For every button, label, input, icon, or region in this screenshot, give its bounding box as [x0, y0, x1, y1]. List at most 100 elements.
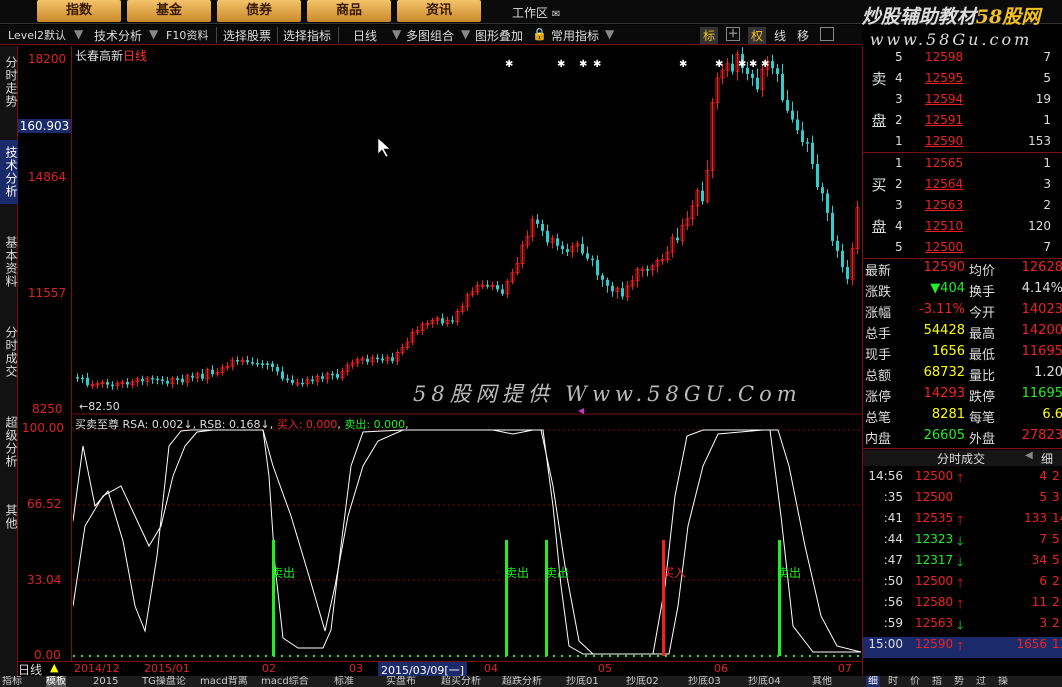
right-tab[interactable]: 势 [954, 676, 964, 687]
bottom-tab[interactable]: 抄底02 [626, 676, 659, 687]
tick-row: :44 12323 🡓 7 5 [863, 532, 1062, 553]
tab-intraday[interactable]: 分时走势 [0, 52, 18, 112]
grid-icon[interactable]: ＋ [726, 27, 740, 41]
bottom-tab[interactable]: 2015 [93, 676, 118, 687]
toolbar-f10[interactable]: F10资料 [166, 27, 208, 43]
bottom-tab[interactable]: 实盘布 [386, 676, 416, 687]
candle-body [796, 119, 799, 131]
buy-level-row[interactable]: 2 12564 3 [893, 177, 1061, 198]
time-axis-label: 2014/12 [74, 662, 120, 675]
right-tab[interactable]: 过 [976, 676, 986, 687]
toolbar-select-indicator[interactable]: 选择指标 [283, 27, 331, 44]
tick-volume: 1656 [1016, 637, 1047, 651]
menu-news-button[interactable]: 资讯 [397, 0, 481, 22]
candle-body [541, 223, 544, 231]
candle-body [676, 237, 679, 241]
bottom-tab[interactable]: 超买分析 [441, 676, 481, 687]
right-tab[interactable]: 操 [998, 676, 1008, 687]
dropdown-arrow-icon[interactable]: ▼ [461, 27, 470, 41]
toolbar-select-stock[interactable]: 选择股票 [223, 27, 271, 44]
quote-key: 现手 [865, 348, 892, 363]
dropdown-arrow-icon[interactable]: ▼ [74, 27, 83, 41]
window-icon[interactable] [820, 27, 834, 41]
quote-key: 今开 [969, 306, 996, 321]
buy-level-row[interactable]: 3 12563 2 [893, 198, 1061, 219]
quote-value: 12628 [1021, 260, 1062, 275]
bottom-tab[interactable]: 抄底03 [688, 676, 721, 687]
menu-bond-button[interactable]: 债券 [217, 0, 301, 22]
quote-value: 12590 [923, 260, 965, 275]
dropdown-arrow-icon[interactable]: ▼ [149, 27, 158, 41]
bottom-tab[interactable]: 抄底04 [748, 676, 781, 687]
left-vertical-tabs: 分时走势 技术分析 基本资料 分时成交 超级分析 其他 [0, 46, 18, 687]
rsb-line [73, 429, 861, 655]
toolbar-period[interactable]: 日线 [353, 27, 377, 44]
right-tab[interactable]: 价 [910, 676, 920, 687]
event-star-icon: ✱ [761, 59, 769, 70]
tick-row-selected[interactable]: 15:00 12590🡑 1656 130 [863, 637, 1062, 658]
sell-level-row[interactable]: 2 12591 1 [893, 113, 1061, 134]
bottom-tab[interactable]: 其他 [812, 676, 832, 687]
tab-super-analysis[interactable]: 超级分析 [0, 412, 18, 472]
dropdown-arrow-icon[interactable]: ▼ [605, 27, 614, 41]
signal-bar [778, 540, 781, 656]
buy-level-row[interactable]: 1 12565 1 [893, 156, 1061, 177]
right-tab[interactable]: 指 [932, 676, 942, 687]
toolbar-multi-chart[interactable]: 多图组合 [406, 27, 454, 44]
tab-tech-analysis[interactable]: 技术分析 [0, 140, 18, 204]
triangle-left-icon[interactable]: ◀ [1025, 450, 1033, 461]
bottom-tab[interactable]: macd综合 [261, 676, 309, 687]
arrow-up-icon: 🡑 [957, 639, 964, 653]
lock-icon[interactable]: 🔒 [532, 27, 547, 41]
time-axis-label: 05 [598, 662, 612, 675]
candle-body [286, 378, 289, 381]
tab-other[interactable]: 其他 [0, 502, 18, 532]
bottom-tab[interactable]: 指标 [2, 676, 22, 687]
triangle-up-icon[interactable]: ▲ [50, 661, 58, 674]
bottom-tab[interactable]: 超跌分析 [502, 676, 542, 687]
toolbar-tech-analysis[interactable]: 技术分析 [94, 27, 142, 44]
candle-body [566, 249, 569, 252]
toolbar-common-indicator[interactable]: 常用指标 [551, 27, 599, 44]
toolbar-level2[interactable]: Level2默认 [8, 27, 66, 43]
tick-price: 12580 [915, 595, 954, 609]
candle-body [381, 358, 384, 361]
chart-area[interactable]: ✱ ✱ ✱ ✱ ✱ ✱ ✱ ✱ ✱ 长春高新日线 ←82.50 58股网提供 Www.58GU.… [73, 46, 861, 661]
sell-level-row[interactable]: 4 12595 5 [893, 71, 1061, 92]
scroll-marker-icon[interactable] [578, 408, 584, 414]
tab-tick-trades[interactable]: 分时成交 [0, 322, 18, 382]
arrow-up-icon: 🡑 [957, 576, 964, 590]
dropdown-arrow-icon[interactable]: ▼ [392, 27, 401, 41]
right-tab[interactable]: 时 [888, 676, 898, 687]
bottom-tab[interactable]: TG操盘论 [142, 676, 186, 687]
tab-fundamentals[interactable]: 基本资料 [0, 232, 18, 292]
bottom-tab[interactable]: macd背离 [200, 676, 248, 687]
toolbar-move-button[interactable]: 移 [797, 27, 809, 44]
tick-volume: 6 [1039, 574, 1047, 588]
menu-fund-button[interactable]: 基金 [127, 0, 211, 22]
volume: 1 [1043, 156, 1051, 170]
chart-canvas[interactable]: ✱ ✱ ✱ ✱ ✱ ✱ ✱ ✱ ✱ [73, 46, 861, 661]
toolbar-overlay[interactable]: 图形叠加 [475, 27, 523, 44]
candle-body [106, 382, 109, 385]
toolbar-line-button[interactable]: 线 [774, 27, 786, 44]
stock-name: 长春高新 [75, 49, 124, 63]
tick-detail-button[interactable]: 细 [1041, 450, 1053, 467]
toolbar-rights-button[interactable]: 权 [748, 27, 767, 44]
quote-value: 11695 [1021, 386, 1062, 401]
tick-count: 3 [1052, 490, 1060, 504]
menu-commodity-button[interactable]: 商品 [307, 0, 391, 22]
buy-level-row[interactable]: 4 12510 120 [893, 219, 1061, 240]
candle-body [536, 219, 539, 224]
menu-index-button[interactable]: 指数 [37, 0, 121, 22]
bottom-tab[interactable]: 标准 [334, 676, 354, 687]
candle-body [581, 243, 584, 254]
chart-watermark: 58股网提供 Www.58GU.Com [413, 382, 802, 406]
sell-level-row[interactable]: 3 12594 19 [893, 92, 1061, 113]
right-tab-active[interactable]: 细 [866, 676, 880, 687]
bottom-tab[interactable]: 抄底01 [566, 676, 599, 687]
workarea-menu[interactable]: 工作区 ✉ [512, 4, 560, 21]
bottom-tab-active[interactable]: 模板 [46, 676, 66, 687]
toolbar-mark-button[interactable]: 标 [700, 27, 719, 44]
event-star-icon: ✱ [505, 59, 513, 70]
